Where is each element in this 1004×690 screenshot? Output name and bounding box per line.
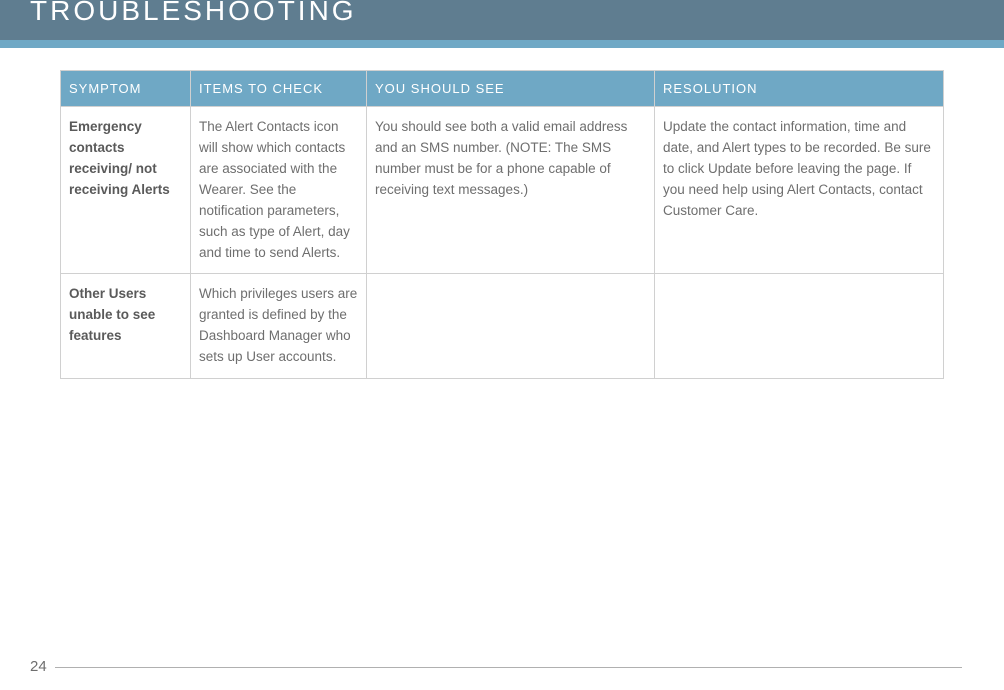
- accent-bar: [0, 40, 1004, 48]
- page-number: 24: [30, 658, 55, 675]
- table-row: Other Users unable to see features Which…: [61, 274, 944, 379]
- troubleshooting-table: SYMPTOM ITEMS TO CHECK YOU SHOULD SEE RE…: [60, 70, 944, 379]
- cell-check: Which privileges users are granted is de…: [191, 274, 367, 379]
- table-row: Emergency contacts receiving/ not receiv…: [61, 107, 944, 274]
- cell-resolution: [655, 274, 944, 379]
- cell-symptom: Emergency contacts receiving/ not receiv…: [61, 107, 191, 274]
- cell-symptom: Other Users unable to see features: [61, 274, 191, 379]
- header-bar: TROUBLESHOOTING: [0, 0, 1004, 40]
- footer-divider: 24: [30, 667, 962, 668]
- troubleshooting-table-container: SYMPTOM ITEMS TO CHECK YOU SHOULD SEE RE…: [0, 48, 1004, 379]
- header-resolution: RESOLUTION: [655, 71, 944, 107]
- header-check: ITEMS TO CHECK: [191, 71, 367, 107]
- header-see: YOU SHOULD SEE: [367, 71, 655, 107]
- cell-see: You should see both a valid email addres…: [367, 107, 655, 274]
- page-title: TROUBLESHOOTING: [30, 0, 357, 27]
- table-header-row: SYMPTOM ITEMS TO CHECK YOU SHOULD SEE RE…: [61, 71, 944, 107]
- header-symptom: SYMPTOM: [61, 71, 191, 107]
- cell-resolution: Update the contact information, time and…: [655, 107, 944, 274]
- cell-check: The Alert Contacts icon will show which …: [191, 107, 367, 274]
- cell-see: [367, 274, 655, 379]
- footer: 24: [30, 667, 962, 668]
